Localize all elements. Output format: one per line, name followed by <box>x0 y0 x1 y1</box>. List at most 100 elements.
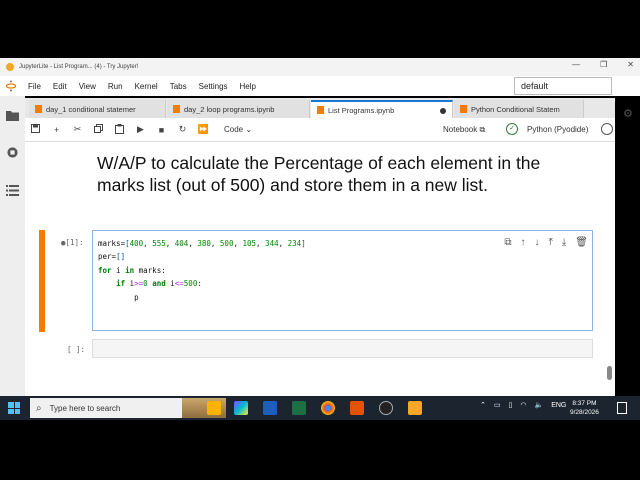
cut-icon[interactable]: ✂ <box>67 124 88 135</box>
move-down-icon[interactable]: ↓ <box>534 237 539 248</box>
gear-icon[interactable]: ⚙ <box>623 107 633 120</box>
jupyter-taskbar-icon[interactable] <box>408 401 422 415</box>
kernel-idle-icon <box>601 123 613 135</box>
clock-time: 8:37 PM <box>572 400 597 407</box>
kernel-name[interactable]: Python (Pyodide) <box>527 125 588 134</box>
theme-select[interactable]: default <box>514 77 612 95</box>
menu-help[interactable]: Help <box>240 82 256 91</box>
tab-list-programs[interactable]: List Programs.ipynb <box>311 100 453 118</box>
cell-type-select[interactable]: Code ⌄ <box>224 125 252 134</box>
duplicate-cell-icon[interactable]: ⧉ <box>504 237 511 248</box>
cell-type-value: Code <box>224 125 244 134</box>
menu-settings[interactable]: Settings <box>199 82 228 91</box>
tab-python-conditional[interactable]: Python Conditional Statem <box>454 100 584 118</box>
battery-icon[interactable]: ▯ <box>509 401 513 409</box>
chevron-up-icon[interactable]: ⌃ <box>480 401 486 409</box>
tab-label: Python Conditional Statem <box>471 104 560 114</box>
scroll-thumb[interactable] <box>607 366 612 380</box>
windows-start-icon[interactable] <box>8 402 20 414</box>
clock[interactable]: 8:37 PM 9/28/2026 <box>570 399 599 417</box>
insert-below-icon[interactable]: ⤓ <box>562 237 566 248</box>
search-icon: ⌕ <box>36 402 42 414</box>
run-icon[interactable]: ▶ <box>130 124 151 135</box>
code-cell[interactable]: marks=[400, 555, 404, 380, 500, 105, 344… <box>92 230 593 331</box>
move-up-icon[interactable]: ↑ <box>520 237 525 248</box>
paste-icon[interactable] <box>109 123 130 136</box>
scrollbar[interactable] <box>605 142 615 396</box>
notebook-tab-bar: day_1 conditional statemer day_2 loop pr… <box>25 98 615 118</box>
monitor-icon[interactable]: ▭ <box>494 401 501 409</box>
tab-label: day_2 loop programs.ipynb <box>184 104 275 114</box>
file-explorer-icon[interactable] <box>207 401 221 415</box>
notification-icon[interactable] <box>617 402 627 414</box>
left-activity-bar <box>0 96 25 396</box>
chrome-icon[interactable] <box>321 401 335 415</box>
save-icon[interactable] <box>25 124 46 135</box>
copilot-icon[interactable] <box>234 401 248 415</box>
notebook-toolbar: + ✂ ▶ ■ ↻ ⏩ Code ⌄ Notebook ⧉ ✓ Python (… <box>25 118 615 142</box>
unsaved-dot-icon[interactable] <box>440 108 446 114</box>
code-cell-prompt: ●[1]: <box>61 238 84 247</box>
cell-toolbar: ⧉ ↑ ↓ ⤒ ⤓ 🗑 <box>504 237 588 248</box>
notebook-icon <box>317 106 324 114</box>
notebook-icon <box>35 105 42 113</box>
menu-tabs[interactable]: Tabs <box>170 82 187 91</box>
code-editor[interactable]: marks=[400, 555, 404, 380, 500, 105, 344… <box>98 237 306 304</box>
notebook-panel: W/A/P to calculate the Percentage of eac… <box>25 142 615 396</box>
notebook-icon <box>173 105 180 113</box>
code-line-3: for i in marks: <box>98 265 166 275</box>
code-line-2: per=[] <box>98 252 126 262</box>
window-controls: — ❐ ✕ <box>572 60 634 69</box>
code-line-1: marks=[400, 555, 404, 380, 500, 105, 344… <box>98 239 306 248</box>
tab-day1-conditional[interactable]: day_1 conditional statemer <box>29 100 166 118</box>
taskbar-search[interactable]: ⌕ Type here to search <box>30 398 226 418</box>
trusted-check-icon: ✓ <box>506 123 518 135</box>
language-indicator[interactable]: ENG <box>551 402 566 409</box>
obs-icon[interactable] <box>379 401 393 415</box>
stop-icon[interactable]: ■ <box>151 125 172 135</box>
delete-cell-icon[interactable]: 🗑 <box>575 237 588 248</box>
jupyter-app-icon <box>6 63 14 71</box>
search-placeholder: Type here to search <box>49 403 121 413</box>
folder-icon[interactable] <box>6 110 19 121</box>
tab-day2-loop[interactable]: day_2 loop programs.ipynb <box>167 100 310 118</box>
menu-file[interactable]: File <box>28 82 41 91</box>
open-external-icon: ⧉ <box>479 125 486 134</box>
chevron-down-icon: ⌄ <box>245 125 253 134</box>
menu-edit[interactable]: Edit <box>53 82 67 91</box>
minimize-button[interactable]: — <box>572 60 580 69</box>
insert-above-icon[interactable]: ⤒ <box>548 237 552 248</box>
word-icon[interactable] <box>263 401 277 415</box>
notebook-label-text: Notebook <box>443 125 478 134</box>
windows-taskbar: ⌕ Type here to search ⌃ ▭ ▯ ◠ 🔈 ENG 8:37… <box>0 396 640 420</box>
fast-forward-icon[interactable]: ⏩ <box>193 124 214 135</box>
menu-run[interactable]: Run <box>108 82 123 91</box>
copy-icon[interactable] <box>88 124 109 135</box>
close-button[interactable]: ✕ <box>627 60 634 69</box>
empty-code-cell[interactable] <box>92 339 593 358</box>
tab-label: day_1 conditional statemer <box>46 104 136 114</box>
restart-icon[interactable]: ↻ <box>172 124 193 135</box>
menu-view[interactable]: View <box>79 82 96 91</box>
excel-icon[interactable] <box>292 401 306 415</box>
active-cell-indicator <box>39 230 45 332</box>
volume-icon[interactable]: 🔈 <box>534 401 543 409</box>
system-tray: ⌃ ▭ ▯ ◠ 🔈 ENG <box>480 401 566 410</box>
notebook-label[interactable]: Notebook ⧉ <box>443 125 485 135</box>
markdown-heading: W/A/P to calculate the Percentage of eac… <box>97 153 541 195</box>
window-titlebar: JupyterLite - List Program... (4) - Try … <box>0 58 640 76</box>
code-line-4: if i>=0 and i<=500: <box>116 279 202 289</box>
notebook-icon <box>460 105 467 113</box>
wifi-icon[interactable]: ◠ <box>520 401 526 409</box>
table-of-contents-icon[interactable] <box>6 185 19 196</box>
running-kernels-icon[interactable] <box>6 147 19 158</box>
maximize-button[interactable]: ❐ <box>600 60 607 69</box>
window-title: JupyterLite - List Program... (4) - Try … <box>19 64 139 70</box>
sublime-icon[interactable] <box>350 401 364 415</box>
jupyter-logo-icon <box>6 80 16 92</box>
tab-label: List Programs.ipynb <box>328 105 395 115</box>
clock-date: 9/28/2026 <box>570 409 599 416</box>
menu-kernel[interactable]: Kernel <box>135 82 158 91</box>
add-cell-icon[interactable]: + <box>46 125 67 135</box>
screen: JupyterLite - List Program... (4) - Try … <box>0 0 640 480</box>
